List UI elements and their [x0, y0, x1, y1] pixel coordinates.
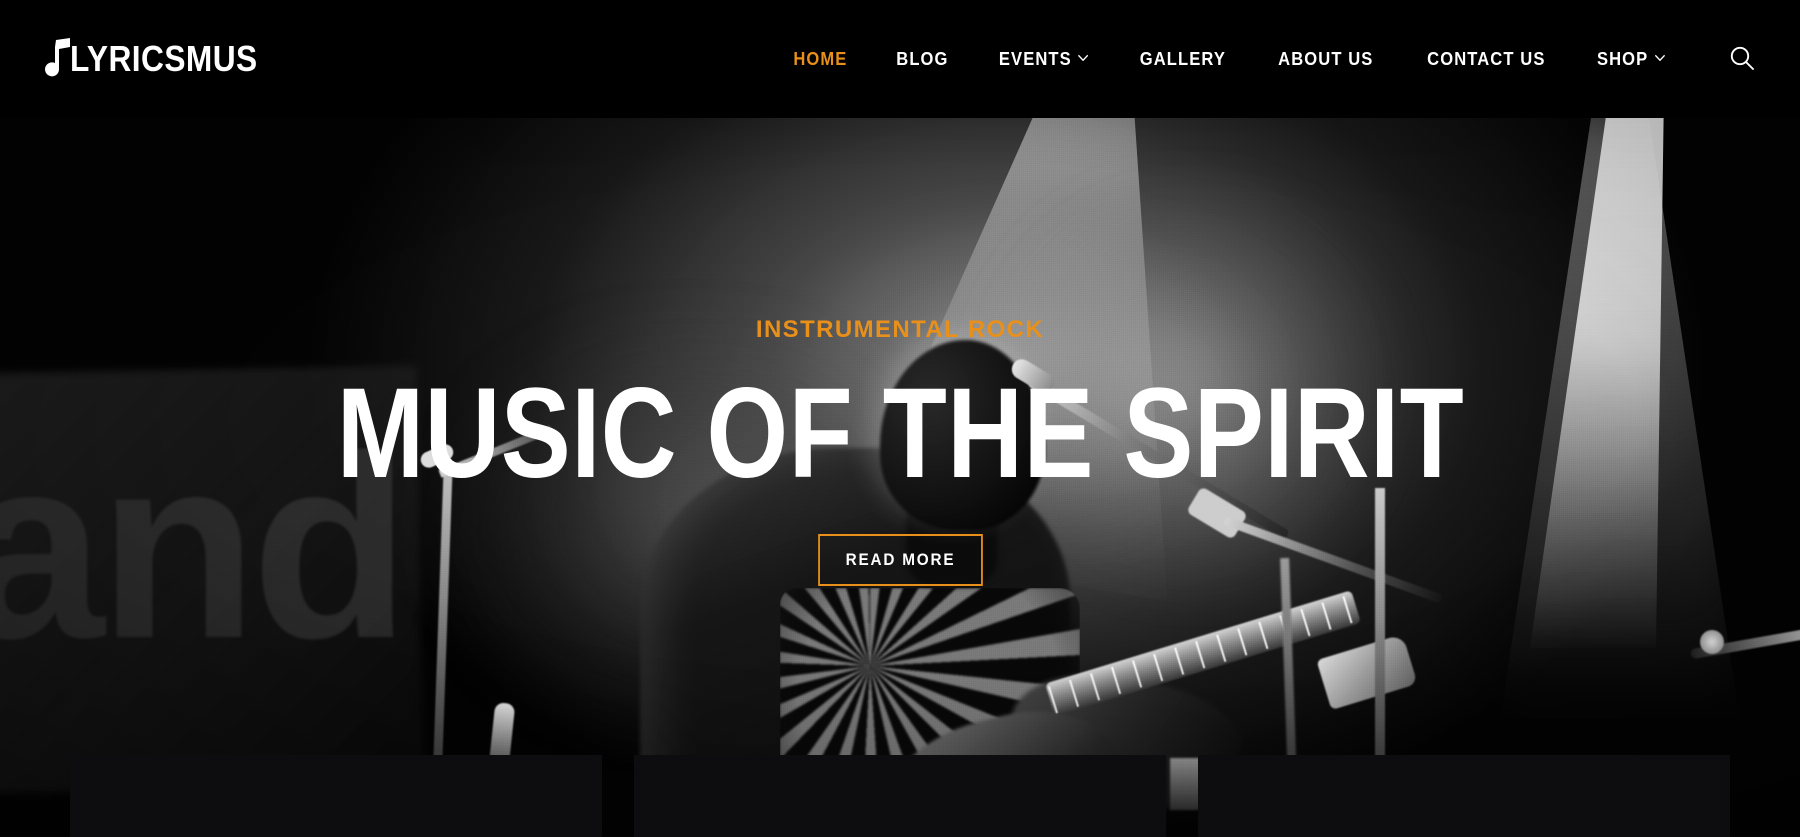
feature-card[interactable]	[70, 755, 602, 837]
nav-item-events[interactable]: EVENTS	[979, 49, 1109, 70]
hero-title: MUSIC OF THE SPIRIT	[336, 362, 1464, 505]
hero-eyebrow: INSTRUMENTAL ROCK	[755, 316, 1045, 343]
nav-label: CONTACT US	[1426, 48, 1546, 69]
main-navigation: HOME BLOG EVENTS GALLERY ABOUT US CONTAC…	[769, 0, 1800, 118]
nav-label: GALLERY	[1139, 48, 1227, 69]
nav-item-about-us[interactable]: ABOUT US	[1258, 49, 1394, 70]
nav-item-gallery[interactable]: GALLERY	[1120, 49, 1247, 70]
chevron-down-icon	[1078, 54, 1089, 65]
nav-item-shop[interactable]: SHOP	[1577, 49, 1685, 70]
hero-content: INSTRUMENTAL ROCK MUSIC OF THE SPIRIT RE…	[0, 118, 1800, 837]
feature-cards-strip	[0, 755, 1800, 837]
search-icon	[1729, 45, 1755, 74]
nav-item-blog[interactable]: BLOG	[876, 49, 969, 70]
nav-item-home[interactable]: HOME	[773, 49, 868, 70]
feature-card[interactable]	[634, 755, 1166, 837]
nav-label: EVENTS	[998, 48, 1072, 69]
nav-label: BLOG	[896, 48, 949, 69]
site-header: LYRICSMUS HOME BLOG EVENTS GALLERY ABOUT…	[0, 0, 1800, 118]
search-toggle-button[interactable]	[1712, 29, 1772, 89]
chevron-down-icon	[1655, 54, 1665, 65]
nav-label: HOME	[793, 48, 848, 69]
page-root: LYRICSMUS HOME BLOG EVENTS GALLERY ABOUT…	[0, 0, 1800, 837]
hero-banner: and INSTRUMENTAL ROCK MUSIC OF THE SPIRI…	[0, 118, 1800, 837]
nav-item-contact-us[interactable]: CONTACT US	[1406, 49, 1565, 70]
nav-label: ABOUT US	[1278, 48, 1374, 69]
nav-label: SHOP	[1597, 48, 1649, 69]
brand-logo[interactable]: LYRICSMUS	[40, 0, 283, 118]
brand-name: LYRICSMUS	[70, 38, 258, 79]
feature-card[interactable]	[1198, 755, 1730, 837]
music-note-icon	[40, 38, 74, 80]
read-more-button[interactable]: READ MORE	[817, 534, 983, 586]
